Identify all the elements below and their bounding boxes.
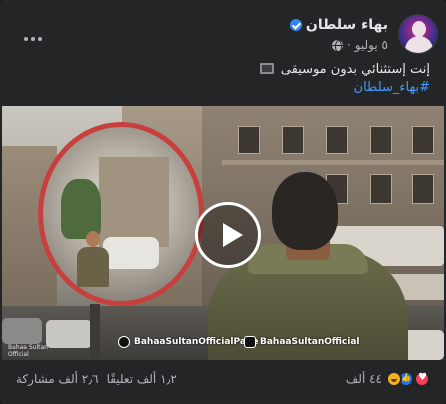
love-reaction-icon bbox=[414, 371, 430, 387]
globe-icon[interactable] bbox=[331, 39, 343, 53]
building-window bbox=[370, 126, 392, 154]
mirror-person-head bbox=[86, 231, 100, 247]
building-window bbox=[412, 174, 434, 204]
building-window bbox=[326, 126, 348, 154]
reactions-summary[interactable]: ٤٤ ألف bbox=[346, 371, 430, 387]
post-text: إنت إستثنائي بدون موسيقى #بهاء_سلطان bbox=[16, 61, 430, 97]
facebook-post: بهاء سلطان ٥ يوليو · إنت إستثنائي بدون م… bbox=[0, 0, 446, 404]
post-meta: ٥ يوليو · bbox=[331, 38, 388, 53]
more-dot-icon bbox=[38, 37, 42, 41]
corner-watermark: Bahaa Sultan Official bbox=[8, 344, 48, 358]
instagram-watermark: BahaaSultanOfficial bbox=[244, 336, 360, 348]
avatar-face bbox=[412, 21, 426, 37]
video-player[interactable]: BahaaSultanOfficialPage BahaaSultanOffic… bbox=[2, 106, 444, 360]
mirror-pole bbox=[90, 304, 100, 360]
avatar-body bbox=[405, 36, 433, 53]
facebook-icon bbox=[118, 336, 130, 348]
instagram-watermark-text: BahaaSultanOfficial bbox=[260, 337, 360, 347]
street-car bbox=[2, 318, 42, 344]
mirror-reflection-car bbox=[103, 237, 159, 269]
play-button[interactable] bbox=[195, 202, 261, 268]
mirror-person-body bbox=[77, 247, 109, 287]
street-mirror bbox=[38, 122, 204, 306]
corner-watermark-line1: Bahaa Sultan bbox=[8, 344, 48, 351]
hashtag-link[interactable]: #بهاء_سلطان bbox=[354, 80, 430, 95]
author-avatar[interactable] bbox=[398, 14, 438, 54]
building-window bbox=[238, 126, 260, 154]
comments-count[interactable]: ١٫٢ ألف تعليقًا bbox=[107, 372, 177, 386]
shares-count[interactable]: ٢٫٦ ألف مشاركة bbox=[16, 372, 99, 386]
more-dot-icon bbox=[24, 37, 28, 41]
meta-separator: · bbox=[346, 38, 351, 52]
author-line: بهاء سلطان bbox=[289, 17, 388, 33]
building-window bbox=[412, 126, 434, 154]
facebook-watermark: BahaaSultanOfficialPage bbox=[118, 336, 258, 348]
film-emoji-icon bbox=[259, 63, 274, 74]
engagement-counts: ١٫٢ ألف تعليقًا ٢٫٦ ألف مشاركة bbox=[16, 372, 177, 386]
more-options-button[interactable] bbox=[24, 32, 60, 46]
verified-badge-icon bbox=[289, 19, 302, 31]
building-balcony bbox=[222, 160, 444, 165]
mirror-reflection-person bbox=[77, 231, 109, 297]
reaction-icons bbox=[386, 371, 430, 387]
post-stats: ٤٤ ألف ١٫٢ ألف تعليقًا ٢٫٦ ألف مشاركة bbox=[16, 368, 430, 390]
person-head bbox=[272, 172, 338, 250]
mirror-reflection-building bbox=[99, 157, 169, 247]
post-header: بهاء سلطان ٥ يوليو · bbox=[8, 14, 438, 58]
street-car bbox=[46, 320, 92, 348]
building-window bbox=[282, 126, 304, 154]
haha-reaction-icon bbox=[386, 371, 402, 387]
instagram-icon bbox=[244, 336, 256, 348]
more-dot-icon bbox=[31, 37, 35, 41]
reactions-count[interactable]: ٤٤ ألف bbox=[346, 372, 382, 386]
post-text-line: إنت إستثنائي بدون موسيقى bbox=[16, 61, 430, 79]
mirror-reflection-tree bbox=[61, 179, 101, 239]
facebook-watermark-text: BahaaSultanOfficialPage bbox=[134, 337, 259, 347]
corner-watermark-line2: Official bbox=[8, 351, 29, 358]
post-caption: إنت إستثنائي بدون موسيقى bbox=[280, 62, 430, 77]
post-date[interactable]: ٥ يوليو bbox=[355, 38, 388, 52]
post-hashtag-line: #بهاء_سلطان bbox=[16, 79, 430, 97]
author-name[interactable]: بهاء سلطان bbox=[306, 17, 388, 33]
